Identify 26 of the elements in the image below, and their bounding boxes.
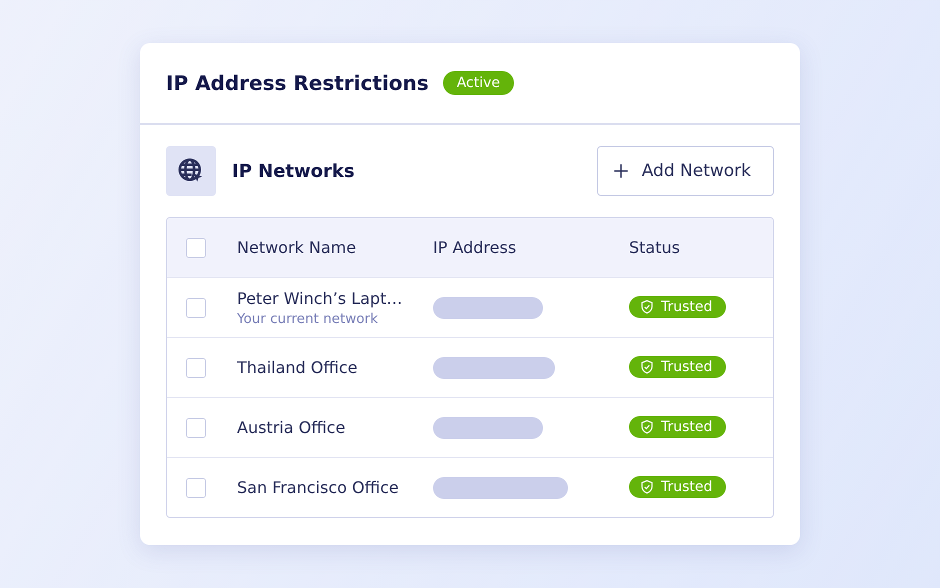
shield-check-icon [639, 479, 655, 495]
checkbox[interactable] [186, 238, 206, 258]
network-name: Austria Office [237, 418, 346, 437]
shield-check-icon [639, 299, 655, 315]
trusted-badge: Trusted [629, 356, 726, 378]
trusted-badge: Trusted [629, 296, 726, 318]
trusted-badge: Trusted [629, 476, 726, 498]
section-title: IP Networks [232, 160, 356, 182]
checkbox[interactable] [186, 298, 206, 318]
network-note: Your current network [237, 310, 379, 326]
status-badge: Active [442, 71, 514, 95]
shield-check-icon [639, 419, 655, 435]
card-title: IP Address Restrictions [166, 71, 429, 95]
column-header: Network Name [237, 238, 358, 257]
column-header: Status [629, 238, 681, 257]
network-name: Peter Winch’s Lapt… [237, 288, 404, 308]
plus-icon [612, 162, 630, 180]
network-name: San Francisco Office [237, 478, 400, 497]
trusted-badge: Trusted [629, 416, 726, 438]
add-network-button[interactable]: Add Network [596, 146, 774, 196]
checkbox[interactable] [186, 478, 206, 498]
checkbox[interactable] [186, 358, 206, 378]
network-name: Thailand Office [237, 358, 358, 377]
checkbox[interactable] [186, 418, 206, 438]
column-header: IP Address [433, 238, 518, 257]
shield-check-icon [639, 359, 655, 375]
